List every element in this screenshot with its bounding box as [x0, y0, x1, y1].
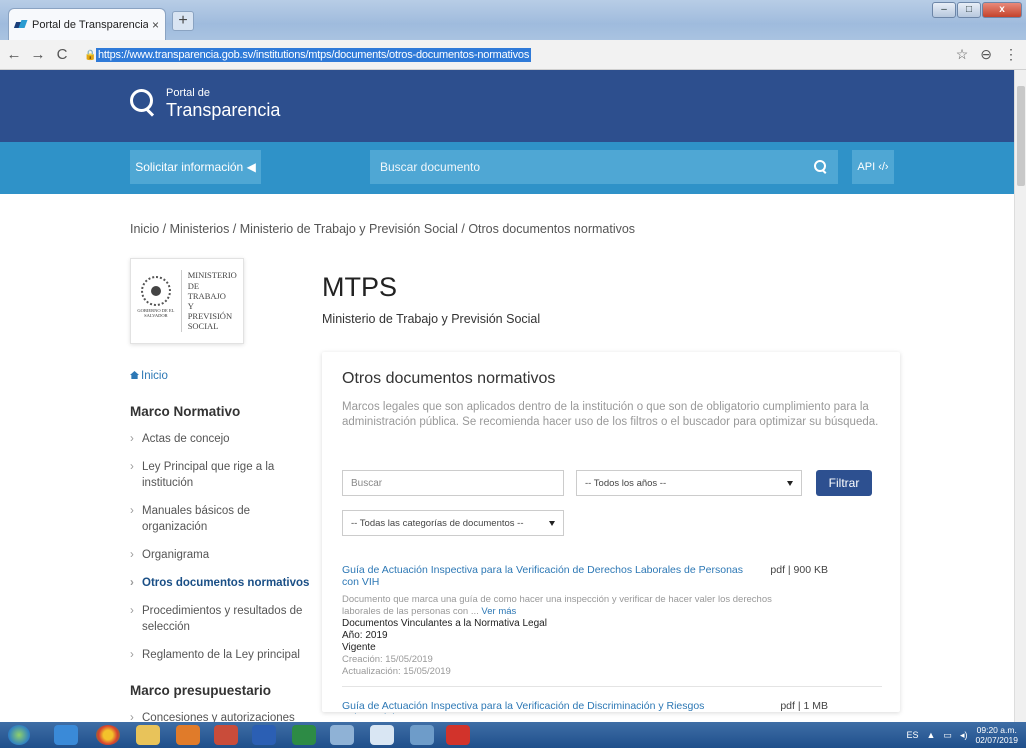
- lock-icon[interactable]: 🔒: [84, 50, 96, 61]
- sidebar: Inicio Marco Normativo Actas de concejo …: [130, 370, 310, 738]
- window-controls: – □ x: [932, 2, 1022, 18]
- search-icon[interactable]: [814, 160, 828, 174]
- search-app-icon[interactable]: [330, 725, 354, 745]
- tray-arrow-icon[interactable]: ▲: [927, 730, 936, 740]
- acrobat-icon[interactable]: [446, 725, 470, 745]
- document-item: Guía de Actuación Inspectiva para la Ver…: [342, 700, 880, 714]
- document-category: Documentos Vinculantes a la Normativa Le…: [342, 618, 547, 629]
- system-tray: ES ▲ ▭ ◂) 09:20 a.m. 02/07/2019: [906, 725, 1018, 745]
- file-explorer-icon[interactable]: [136, 725, 160, 745]
- sidebar-item-actas[interactable]: Actas de concejo: [130, 431, 310, 447]
- category-select[interactable]: -- Todas las categorías de documentos --: [342, 510, 564, 536]
- excel-icon[interactable]: [292, 725, 316, 745]
- browser-toolbar: ← → C 🔒 https://www.transparencia.gob.sv…: [0, 40, 1026, 70]
- document-search-input[interactable]: [380, 160, 814, 174]
- page-title: MTPS: [322, 272, 398, 302]
- sidebar-item-otros-documentos[interactable]: Otros documentos normativos: [130, 575, 310, 591]
- word-icon[interactable]: [252, 725, 276, 745]
- maximize-button[interactable]: □: [957, 2, 981, 18]
- back-arrow-icon[interactable]: ←: [4, 46, 24, 63]
- section-description: Marcos legales que son aplicados dentro …: [342, 401, 879, 428]
- document-title-link[interactable]: Guía de Actuación Inspectiva para la Ver…: [342, 564, 762, 588]
- breadcrumb[interactable]: Inicio / Ministerios / Ministerio de Tra…: [130, 222, 635, 236]
- logo-big-text: Transparencia: [166, 100, 281, 120]
- browser-tab[interactable]: Portal de Transparencia - El Salv ×: [8, 8, 166, 40]
- sidebar-item-organigrama[interactable]: Organigrama: [130, 547, 310, 563]
- site-header: Portal de Transparencia: [0, 70, 1026, 142]
- ministry-logo-card: GOBIERNO DE EL SALVADOR MINISTERIO DE TR…: [130, 258, 244, 344]
- browser-titlebar: Portal de Transparencia - El Salv × + – …: [0, 0, 1026, 40]
- document-updated-date: Actualización: 15/05/2019: [342, 666, 451, 677]
- paint-icon[interactable]: [410, 725, 434, 745]
- media-player-icon[interactable]: [214, 725, 238, 745]
- documents-card: Otros documentos normativos Marcos legal…: [322, 352, 900, 714]
- browser-menu-icon[interactable]: ⋮: [1004, 46, 1018, 63]
- minimize-button[interactable]: –: [932, 2, 956, 18]
- filter-button[interactable]: Filtrar: [816, 470, 872, 496]
- dropdown-arrow-icon: [787, 481, 793, 486]
- sidebar-item-ley-principal[interactable]: Ley Principal que rige a la institución: [130, 459, 310, 491]
- url-text[interactable]: https://www.transparencia.gob.sv/institu…: [96, 48, 532, 62]
- sidebar-heading-marco-normativo: Marco Normativo: [130, 404, 241, 419]
- magnifier-logo-icon: [130, 88, 156, 119]
- filter-search-input[interactable]: [342, 470, 564, 496]
- address-bar[interactable]: 🔒 https://www.transparencia.gob.sv/insti…: [84, 45, 964, 65]
- chrome-icon[interactable]: [96, 725, 120, 745]
- dropdown-arrow-icon: [549, 521, 555, 526]
- tab-title: Portal de Transparencia - El Salv: [32, 18, 148, 31]
- home-icon: [130, 371, 139, 379]
- site-favicon-icon: [15, 20, 27, 30]
- windows-taskbar: ES ▲ ▭ ◂) 09:20 a.m. 02/07/2019: [0, 722, 1026, 748]
- ver-mas-link[interactable]: Ver más: [481, 606, 516, 617]
- solicitar-informacion-button[interactable]: Solicitar información ◀: [130, 150, 261, 184]
- site-nav-bar: Solicitar información ◀ API ‹/›: [0, 142, 1026, 194]
- language-indicator[interactable]: ES: [906, 730, 918, 740]
- api-button[interactable]: API ‹/›: [852, 150, 894, 184]
- document-search-bar: [370, 150, 838, 184]
- sidebar-home-link[interactable]: Inicio: [130, 370, 310, 382]
- government-seal: GOBIERNO DE EL SALVADOR: [137, 276, 175, 326]
- close-window-button[interactable]: x: [982, 2, 1022, 18]
- document-file-meta[interactable]: pdf | 900 KB: [770, 564, 828, 576]
- section-title: Otros documentos normativos: [342, 370, 556, 387]
- network-icon[interactable]: ▭: [943, 730, 952, 741]
- logo-small-text: Portal de: [166, 87, 211, 99]
- page-subtitle: Ministerio de Trabajo y Previsión Social: [322, 312, 541, 326]
- sidebar-item-reglamento[interactable]: Reglamento de la Ley principal: [130, 647, 310, 663]
- start-button-icon[interactable]: [8, 725, 30, 745]
- document-year: Año: 2019: [342, 630, 388, 641]
- new-tab-button[interactable]: +: [172, 11, 194, 31]
- document-file-meta[interactable]: pdf | 1 MB: [780, 700, 828, 712]
- account-icon[interactable]: ⊖: [980, 46, 992, 63]
- ministry-logo-name: MINISTERIO DE TRABAJO Y PREVISIÓN SOCIAL: [180, 270, 237, 332]
- document-item: Guía de Actuación Inspectiva para la Ver…: [342, 564, 880, 678]
- portal-logo[interactable]: Portal de Transparencia: [130, 88, 280, 119]
- internet-explorer-icon[interactable]: [54, 725, 78, 745]
- clock[interactable]: 09:20 a.m. 02/07/2019: [975, 725, 1018, 745]
- bookmark-star-icon[interactable]: ☆: [956, 46, 969, 63]
- document-status: Vigente: [342, 642, 376, 653]
- sidebar-item-procedimientos[interactable]: Procedimientos y resultados de selección: [130, 603, 310, 635]
- reload-icon[interactable]: C: [52, 46, 72, 63]
- page-scrollbar[interactable]: [1014, 70, 1026, 722]
- document-created-date: Creación: 15/05/2019: [342, 654, 433, 665]
- tab-close-icon[interactable]: ×: [152, 18, 159, 32]
- forward-arrow-icon[interactable]: →: [28, 46, 48, 63]
- document-title-link[interactable]: Guía de Actuación Inspectiva para la Ver…: [342, 700, 762, 714]
- seal-text: GOBIERNO DE EL SALVADOR: [137, 308, 175, 318]
- document-description: Documento que marca una guía de como hac…: [342, 594, 772, 617]
- seal-emblem-icon: [140, 276, 171, 306]
- document-divider: [342, 686, 882, 687]
- year-select[interactable]: -- Todos los años --: [576, 470, 802, 496]
- sidebar-item-manuales[interactable]: Manuales básicos de organización: [130, 503, 310, 535]
- outlook-icon[interactable]: [176, 725, 200, 745]
- notepad-icon[interactable]: [370, 725, 394, 745]
- scrollbar-thumb[interactable]: [1017, 86, 1025, 186]
- volume-icon[interactable]: ◂): [960, 730, 968, 741]
- sidebar-heading-marco-presupuestario: Marco presupuestario: [130, 683, 272, 698]
